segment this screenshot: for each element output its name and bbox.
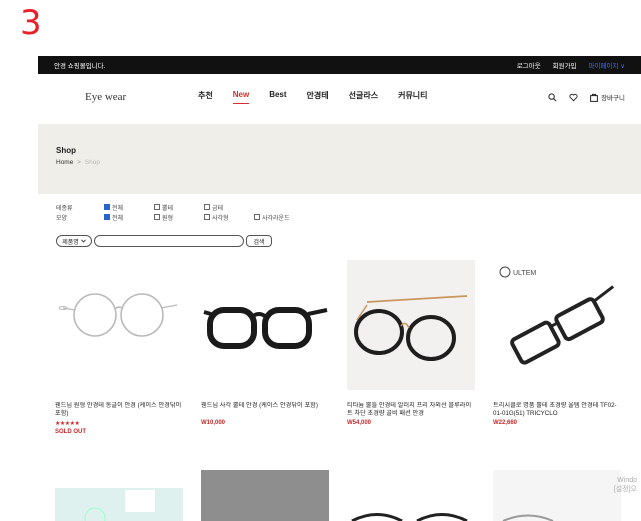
option-label: 전체 (112, 205, 124, 212)
os-activation-watermark: Windo [설정]으 (614, 477, 637, 495)
product-price: W22,660 (493, 420, 518, 426)
watermark-line: [설정]으 (613, 485, 637, 493)
product-card[interactable]: 티타늄 뿔들 안경테 알러지 프리 자외선 블루라이트 차단 초경량 골비 패션… (347, 260, 475, 426)
cart-icon (590, 93, 598, 102)
shop-header: Shop Home > Shop (38, 124, 641, 194)
checkbox-icon[interactable] (154, 204, 160, 210)
top-bar: 안경 쇼핑몰입니다. 로그아웃 회원가입 마이페이지 ∨ (38, 56, 641, 74)
top-links: 로그아웃 회원가입 마이페이지 ∨ (517, 60, 625, 70)
filter-shape-square[interactable]: 사각형 (204, 213, 242, 222)
nav-utilities: 장바구니 (548, 92, 625, 102)
signup-link[interactable]: 회원가입 (553, 60, 577, 70)
rating-stars: ★★★★★ (55, 421, 80, 427)
product-card-partial[interactable] (347, 470, 475, 521)
filter-shape-round[interactable]: 원형 (154, 213, 192, 222)
filter-row-material: 테종류 전체 뿔테 금테 (56, 202, 304, 212)
brand-logo-text: ULTEM (513, 270, 536, 277)
heart-icon[interactable] (569, 93, 578, 102)
search-input[interactable] (94, 235, 244, 247)
product-image-black-square-glasses[interactable] (201, 260, 329, 390)
filter-row-shape: 모양 전체 원형 사각형 사각라운드 (56, 212, 304, 222)
filter-shape-all[interactable]: 전체 (104, 213, 142, 222)
breadcrumb-current: Shop (84, 159, 100, 166)
filter-material-horn[interactable]: 뿔테 (154, 203, 192, 212)
cart-link[interactable]: 장바구니 (590, 92, 625, 102)
breadcrumb-home[interactable]: Home (56, 159, 73, 166)
product-price: W54,000 (347, 420, 372, 426)
product-card-partial[interactable] (201, 470, 329, 521)
search-icon[interactable] (548, 92, 557, 102)
logout-link[interactable]: 로그아웃 (517, 60, 541, 70)
main-nav: Eye wear 추천 New Best 안경테 선글라스 커뮤니티 장바구니 (38, 83, 641, 111)
filter-label-shape: 모양 (56, 215, 68, 222)
checkbox-icon[interactable] (204, 204, 210, 210)
filter-material-metal[interactable]: 금테 (204, 203, 242, 212)
filter-panel: 테종류 전체 뿔테 금테 모양 전체 원형 사각형 사각라운드 (56, 202, 304, 222)
product-card[interactable]: 웬드님 사각 뿔테 안경 (케이스 안경닦이 포함) W10,000 (201, 260, 329, 426)
product-card-partial[interactable] (493, 470, 621, 521)
option-label: 사각라운드 (262, 215, 290, 222)
sort-select[interactable]: 제품명 (56, 235, 92, 247)
option-label: 원형 (162, 215, 174, 222)
nav-item-sunglasses[interactable]: 선글라스 (349, 90, 378, 104)
nav-item-best[interactable]: Best (269, 90, 286, 104)
product-card-partial[interactable] (55, 470, 183, 521)
soldout-badge: SOLD OUT (55, 429, 86, 435)
mypage-link[interactable]: 마이페이지 ∨ (589, 60, 625, 70)
option-label: 전체 (112, 215, 124, 222)
filter-material-all[interactable]: 전체 (104, 203, 142, 212)
product-name[interactable]: 웬드님 원형 안경테 동글이 안경 (케이스 안경닦이 포함) (55, 402, 183, 418)
product-image-round-metal-glasses[interactable] (55, 260, 183, 390)
chevron-down-icon (80, 239, 86, 243)
checkbox-icon[interactable] (104, 214, 110, 220)
breadcrumb-separator: > (77, 159, 81, 166)
product-name[interactable]: 티타늄 뿔들 안경테 알러지 프리 자외선 블루라이트 차단 초경량 골비 패션… (347, 402, 475, 418)
nav-menu: 추천 New Best 안경테 선글라스 커뮤니티 (198, 90, 428, 104)
product-image-partial[interactable] (347, 470, 475, 521)
product-image-titanium-glasses[interactable] (347, 260, 475, 390)
option-label: 금테 (212, 205, 224, 212)
page-title: Shop (56, 146, 76, 155)
nav-item-community[interactable]: 커뮤니티 (398, 90, 427, 104)
checkbox-icon[interactable] (204, 214, 210, 220)
search-bar: 제품명 검색 (56, 235, 272, 247)
product-image-partial[interactable] (493, 470, 621, 521)
product-image-partial[interactable] (201, 470, 329, 521)
option-label: 뿔테 (162, 205, 174, 212)
search-button[interactable]: 검색 (246, 235, 272, 247)
nav-item-new[interactable]: New (232, 90, 250, 104)
checkbox-icon[interactable] (254, 214, 260, 220)
nav-item-recommend[interactable]: 추천 (198, 90, 213, 104)
product-name[interactable]: 웬드님 사각 뿔테 안경 (케이스 안경닦이 포함) (201, 402, 329, 418)
product-price: W10,000 (201, 420, 226, 426)
nav-item-frames[interactable]: 안경테 (307, 90, 329, 104)
product-image-tricyclo-glasses[interactable]: ULTEM (493, 260, 621, 390)
welcome-text: 안경 쇼핑몰입니다. (54, 63, 106, 70)
product-name[interactable]: 트리시클로 명품 뿔테 초경량 울템 안경테 TF02-01-01G(51) T… (493, 402, 621, 418)
checkbox-icon[interactable] (104, 204, 110, 210)
filter-shape-square-round[interactable]: 사각라운드 (254, 213, 292, 222)
product-image-partial[interactable] (55, 470, 183, 521)
option-label: 사각형 (212, 215, 229, 222)
sort-select-value: 제품명 (62, 239, 79, 246)
product-card[interactable]: 웬드님 원형 안경테 동글이 안경 (케이스 안경닦이 포함) ★★★★★ SO… (55, 260, 183, 435)
watermark-line: Windo (617, 477, 637, 484)
checkbox-icon[interactable] (154, 214, 160, 220)
breadcrumb: Home > Shop (56, 159, 623, 166)
cart-label: 장바구니 (601, 95, 625, 102)
step-number: 3 (20, 3, 42, 43)
filter-label-material: 테종류 (56, 205, 73, 212)
product-card[interactable]: ULTEM 트리시클로 명품 뿔테 초경량 울템 안경테 TF02-01-01G… (493, 260, 621, 426)
site-logo[interactable]: Eye wear (85, 91, 126, 103)
